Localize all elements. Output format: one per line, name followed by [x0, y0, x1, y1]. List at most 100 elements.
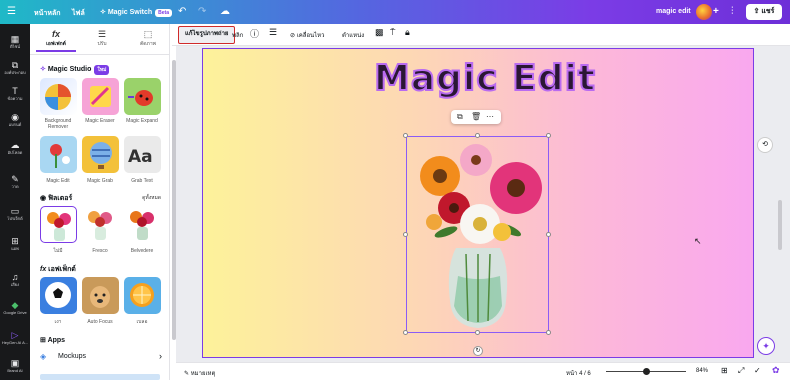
balloon-thumbnail — [90, 142, 112, 169]
rail-item-elements[interactable]: ⧉ องค์ประกอบ — [0, 60, 30, 76]
effect-label: เงา — [54, 319, 62, 325]
flower-thumbnail — [50, 144, 70, 168]
canvas-heading-text[interactable]: Magic Edit — [373, 57, 596, 100]
divider — [30, 54, 170, 55]
resize-handle-top-right[interactable] — [546, 133, 551, 138]
tool-grab-text[interactable]: Aa — [124, 136, 161, 173]
border-style-icon[interactable]: ☰ — [269, 27, 277, 38]
lock-icon[interactable]: 🔒︎ — [405, 27, 410, 38]
share-button[interactable]: ⇪ แชร์ — [746, 4, 782, 20]
tool-background-remover[interactable] — [40, 78, 77, 115]
paint-roller-icon[interactable]: ⍑ — [390, 27, 395, 38]
filters-see-all-link[interactable]: ดูทั้งหมด — [142, 194, 161, 202]
magic-studio-title: Magic Studio — [47, 66, 92, 73]
shapes-icon: ⧉ — [11, 60, 19, 70]
canvas-scrollbar[interactable] — [778, 200, 782, 250]
side-panel: fx เอฟเฟกต์ ☰ ปรับ ⬚ ตัดภาพ ✧ Magic Studio ใ… — [30, 24, 170, 380]
mockups-app-item[interactable]: ◈ Mockups › — [40, 351, 162, 364]
apps-grid-icon: ⊞ — [40, 337, 48, 344]
analytics-icon[interactable]: ⫶ — [731, 6, 734, 18]
tool-label: Magic Grab — [87, 178, 113, 184]
notes-button[interactable]: ✎ หมายเหตุ — [184, 368, 215, 378]
rail-item-text[interactable]: T ข้อความ — [0, 86, 30, 102]
dog-thumbnail — [90, 286, 110, 308]
undo-icon[interactable]: ↶ — [178, 6, 186, 18]
add-collaborator-icon[interactable]: + — [713, 6, 719, 18]
magic-assistant-button[interactable]: ✦ — [757, 337, 775, 355]
tool-magic-expand[interactable] — [124, 78, 161, 115]
flip-button[interactable]: พลิก — [232, 30, 243, 40]
rotate-handle[interactable]: ↻ — [473, 346, 483, 356]
filter-belvedere[interactable] — [124, 206, 161, 243]
sparkle-icon: ✧ — [40, 66, 48, 73]
tool-magic-grab[interactable] — [82, 136, 119, 173]
effect-shadow[interactable] — [40, 277, 77, 314]
resize-handle-right[interactable] — [546, 232, 551, 237]
panel-tabs: fx เอฟเฟกต์ ☰ ปรับ ⬚ ตัดภาพ — [30, 28, 170, 52]
redo-icon[interactable]: ↷ — [198, 6, 206, 18]
resize-handle-bottom-left[interactable] — [403, 330, 408, 335]
position-button[interactable]: ตำแหน่ง — [342, 30, 364, 40]
rail-item-draw[interactable]: ✎ วาด — [0, 174, 30, 190]
rail-label: โปรเจ็กต์ — [7, 216, 23, 221]
resize-handle-bottom[interactable] — [475, 330, 480, 335]
more-icon[interactable]: ⋯ — [486, 112, 494, 121]
rail-label: ดีไซน์ — [9, 44, 21, 49]
notes-label: หมายเหตุ — [190, 371, 216, 377]
file-menu[interactable]: ไฟล์ — [72, 8, 85, 19]
left-rail: ▦ ดีไซน์ ⧉ องค์ประกอบ T ข้อความ ◉ แบรนด์ ☁ อั… — [0, 24, 30, 380]
trash-icon[interactable]: 🗑︎ — [471, 112, 481, 121]
tab-label: เอฟเฟกต์ — [46, 41, 66, 47]
cloud-saved-icon[interactable]: ☁ — [220, 6, 230, 18]
rail-item-projects[interactable]: ▭ โปรเจ็กต์ — [0, 206, 30, 222]
effect-blur[interactable] — [124, 277, 161, 314]
apps-heading: ⊞ Apps — [40, 336, 65, 344]
fullscreen-icon[interactable]: ⤢ — [738, 366, 744, 376]
rail-item-heygen[interactable]: ▷ HeyGen AI A... — [0, 330, 30, 346]
resize-handle-bottom-right[interactable] — [546, 330, 551, 335]
tool-magic-eraser[interactable] — [82, 78, 119, 115]
rail-item-brand-ai[interactable]: ▣ Brand AI — [0, 358, 30, 374]
rail-label: แบรนด์ — [8, 122, 22, 127]
rail-item-brand[interactable]: ◉ แบรนด์ — [0, 112, 30, 128]
cloud-upload-icon: ☁ — [10, 140, 20, 150]
zoom-value[interactable]: 84% — [696, 368, 708, 374]
resize-handle-top-left[interactable] — [403, 133, 408, 138]
google-drive-icon: ◆ — [11, 300, 19, 310]
check-icon[interactable]: ✓ — [754, 366, 761, 375]
tool-label: Grab Text — [131, 178, 153, 184]
grab-text-thumbnail: Aa — [128, 147, 153, 167]
filter-fresco[interactable] — [82, 206, 119, 243]
magic-switch-button[interactable]: ✧ Magic Switch Beta — [100, 8, 172, 17]
folder-icon: ▭ — [10, 206, 20, 216]
project-title[interactable]: magic edit — [656, 8, 691, 15]
tab-effects[interactable]: fx เอฟเฟกต์ — [36, 28, 76, 52]
avatar[interactable] — [696, 4, 712, 20]
resize-handle-top[interactable] — [475, 133, 480, 138]
rail-item-uploads[interactable]: ☁ อัปโหลด — [0, 140, 30, 156]
tab-crop[interactable]: ⬚ ตัดภาพ — [128, 28, 168, 48]
transparency-icon[interactable]: ▩ — [375, 27, 384, 38]
resize-handle-left[interactable] — [403, 232, 408, 237]
rail-item-design[interactable]: ▦ ดีไซน์ — [0, 34, 30, 50]
filter-none[interactable] — [40, 206, 77, 243]
home-link[interactable]: หน้าหลัก — [34, 8, 60, 19]
rail-item-google-drive[interactable]: ◆ Google Drive — [0, 300, 30, 316]
tab-adjust[interactable]: ☰ ปรับ — [82, 28, 122, 48]
rail-item-audio[interactable]: ♫ เสียง — [0, 272, 30, 288]
zoom-slider-knob[interactable] — [642, 368, 650, 375]
info-icon[interactable]: ⓘ — [250, 27, 259, 40]
rail-item-apps[interactable]: ⊞ แอพ — [0, 236, 30, 252]
tool-magic-edit[interactable] — [40, 136, 77, 173]
edit-photo-button[interactable]: แก้ไขรูปภาพถ่าย — [178, 26, 236, 44]
refresh-comments-icon[interactable]: ⟲ — [757, 137, 773, 153]
menu-icon[interactable]: ☰ — [7, 6, 16, 18]
animate-button[interactable]: ⊘ เคลื่อนไหว — [290, 30, 325, 40]
crop-icon: ⬚ — [143, 29, 153, 39]
pages-grid-icon[interactable]: ⊞ — [721, 366, 728, 375]
help-icon[interactable]: ✿ — [772, 365, 780, 376]
effect-auto-focus[interactable] — [82, 277, 119, 314]
app-banner-preview[interactable] — [40, 374, 160, 380]
duplicate-icon[interactable]: ⧉ — [457, 112, 463, 122]
page-indicator[interactable]: หน้า 4 / 6 — [566, 368, 591, 378]
